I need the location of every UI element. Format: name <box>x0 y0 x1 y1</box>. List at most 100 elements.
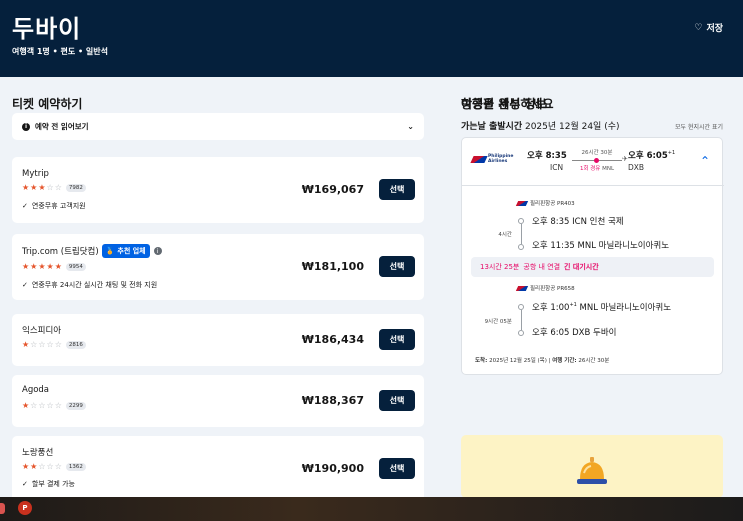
route-line <box>572 158 622 163</box>
travel-duration-label: 여행 기간: <box>552 358 577 364</box>
provider-price: ₩169,067 <box>301 183 364 196</box>
provider-rating: ★ ☆ ☆ ☆ ☆ 2299 <box>22 402 86 410</box>
segment-flight-number: 필리핀항공 PR658 <box>530 286 575 292</box>
chevron-down-icon: ⌄ <box>407 122 414 131</box>
select-button[interactable]: 선택 <box>379 390 415 411</box>
star-icon: ☆ <box>38 401 46 410</box>
arrival-day-offset: +1 <box>667 150 676 157</box>
provider-card-agoda: Agoda ★ ☆ ☆ ☆ ☆ 2299 ₩188,367 선택 <box>12 375 424 427</box>
star-icon: ☆ <box>46 401 54 410</box>
star-icon: ★ <box>46 262 54 271</box>
layover-place: 공항 내 연결 <box>523 263 561 271</box>
summary-arrival-code: DXB <box>628 163 645 172</box>
segment-departure-airport: MNL 마닐라니노이아퀴노 <box>576 303 672 313</box>
select-button[interactable]: 선택 <box>379 256 415 277</box>
duration-text: 26시간 30분 <box>581 150 613 156</box>
provider-rating: ★ ★ ★ ★ ★ 9954 <box>22 263 86 271</box>
timeline-dot <box>518 244 524 250</box>
provider-feature: ✓ 연중무휴 24시간 실시간 채팅 및 전화 지원 <box>22 280 157 290</box>
review-count: 2816 <box>65 341 86 349</box>
check-icon: ✓ <box>22 480 28 488</box>
segment-duration: 9시간 05분 <box>484 319 512 325</box>
review-count: 9954 <box>65 263 86 271</box>
airline-logo-text: Philippine Airlines <box>488 154 514 164</box>
provider-rating: ★ ☆ ☆ ☆ ☆ 2816 <box>22 341 86 349</box>
segment-departure: 오후 8:35 ICN 인천 국제 <box>532 217 624 227</box>
star-icon: ★ <box>38 262 46 271</box>
provider-name: 익스피디아 <box>22 326 62 336</box>
provider-card-mytrip: Mytrip ★ ★ ★ ☆ ☆ 7982 ✓ 연중무휴 고객지원 ₩169,0… <box>12 157 424 223</box>
provider-card-norangballoon: 노랑풍선 ★ ★ ☆ ☆ ☆ 1362 ✓ 할부 결제 가능 ₩190,900 … <box>12 436 424 506</box>
info-icon[interactable]: i <box>153 247 162 255</box>
star-icon: ★ <box>30 183 38 192</box>
feature-text: 할부 결제 가능 <box>31 480 75 488</box>
airline-logo-mark <box>470 155 488 163</box>
os-taskbar: P <box>0 497 743 521</box>
timeline-line <box>520 224 522 244</box>
star-icon: ☆ <box>38 462 46 471</box>
read-before-booking-dropdown[interactable]: i 예약 전 읽어보기 ⌄ <box>12 113 424 140</box>
save-button[interactable]: ♡ 저장 <box>694 21 723 35</box>
layover-time: 13시간 25분 <box>480 263 520 271</box>
feature-text: 연중무휴 고객지원 <box>31 202 86 210</box>
promo-banner[interactable] <box>461 435 723 498</box>
provider-card-tripcom: Trip.com (트립닷컴) 🏅 추천 업체 i ★ ★ ★ ★ ★ 9954… <box>12 234 424 300</box>
select-button[interactable]: 선택 <box>379 458 415 479</box>
feature-text: 연중무휴 24시간 실시간 채팅 및 전화 지원 <box>31 281 158 289</box>
departure-line: 가는날 출발시간 2025년 12월 24일 (수) 모두 현지시간 표기 <box>461 119 723 132</box>
travel-duration-value: 26시간 30분 <box>578 358 610 364</box>
provider-card-expedia: 익스피디아 ★ ☆ ☆ ☆ ☆ 2816 ₩186,434 선택 <box>12 314 424 366</box>
review-count: 2299 <box>65 402 86 410</box>
review-count: 1362 <box>65 463 86 471</box>
provider-price: ₩190,900 <box>301 462 364 475</box>
star-icon: ☆ <box>38 340 46 349</box>
star-icon: ☆ <box>46 340 54 349</box>
star-icon: ☆ <box>30 401 38 410</box>
star-icon: ★ <box>22 340 30 349</box>
provider-price: ₩188,367 <box>301 394 364 407</box>
divider <box>462 185 724 186</box>
page-title: 두바이 <box>12 15 82 43</box>
segment-departure-time: 오후 1:00 <box>532 303 570 313</box>
arrival-time-text: 오후 6:05 <box>628 151 668 161</box>
provider-feature: ✓ 연중무휴 고객지원 <box>22 201 86 211</box>
segment-arrival: 오후 6:05 DXB 두바이 <box>532 328 617 338</box>
segment-flight-number: 필리핀항공 PR403 <box>530 201 575 207</box>
arrival-value: 2025년 12월 25일 (목) <box>489 358 547 364</box>
airline-logo: Philippine Airlines <box>470 154 514 164</box>
segment-day-offset: +1 <box>569 302 577 309</box>
provider-name: 노랑풍선 <box>22 448 54 458</box>
booking-title: 티켓 예약하기 <box>12 97 83 111</box>
star-icon: ☆ <box>54 183 62 192</box>
provider-rating: ★ ★ ★ ☆ ☆ 7982 <box>22 184 86 192</box>
trip-summary: 여행객 1명 • 편도 • 일반석 <box>12 47 108 56</box>
plane-icon: ✈ <box>622 155 628 163</box>
app-icon[interactable] <box>0 503 5 514</box>
provider-rating: ★ ★ ☆ ☆ ☆ 1362 <box>22 463 86 471</box>
segment-airline: 필리핀항공 PR403 <box>515 199 575 207</box>
medal-icon: 🏅 <box>105 247 115 255</box>
stop-dot <box>594 158 599 163</box>
check-icon: ✓ <box>22 281 28 289</box>
airline-mini-logo <box>515 200 529 206</box>
star-icon: ☆ <box>46 462 54 471</box>
departure-label: 가는날 출발시간 <box>461 122 523 132</box>
summary-arrival-time: 오후 6:05+1 <box>628 149 675 161</box>
powerpoint-icon[interactable]: P <box>18 501 32 515</box>
star-icon: ★ <box>22 401 30 410</box>
star-icon: ★ <box>22 262 30 271</box>
stop-code: MNL <box>602 166 615 172</box>
star-icon: ☆ <box>30 340 38 349</box>
select-button[interactable]: 선택 <box>379 329 415 350</box>
timeline-line <box>520 310 522 330</box>
badge-label: 추천 업체 <box>117 247 146 255</box>
complete-trip-title: 여행을 완성하세요 <box>461 97 554 111</box>
provider-name: Agoda <box>22 385 50 395</box>
check-icon: ✓ <box>22 202 28 210</box>
chevron-up-icon[interactable]: ⌃ <box>700 154 710 168</box>
provider-feature: ✓ 할부 결제 가능 <box>22 479 75 489</box>
select-button[interactable]: 선택 <box>379 179 415 200</box>
segment-duration: 4시간 <box>498 232 512 238</box>
info-icon: i <box>22 122 30 131</box>
save-label: 저장 <box>706 24 723 34</box>
